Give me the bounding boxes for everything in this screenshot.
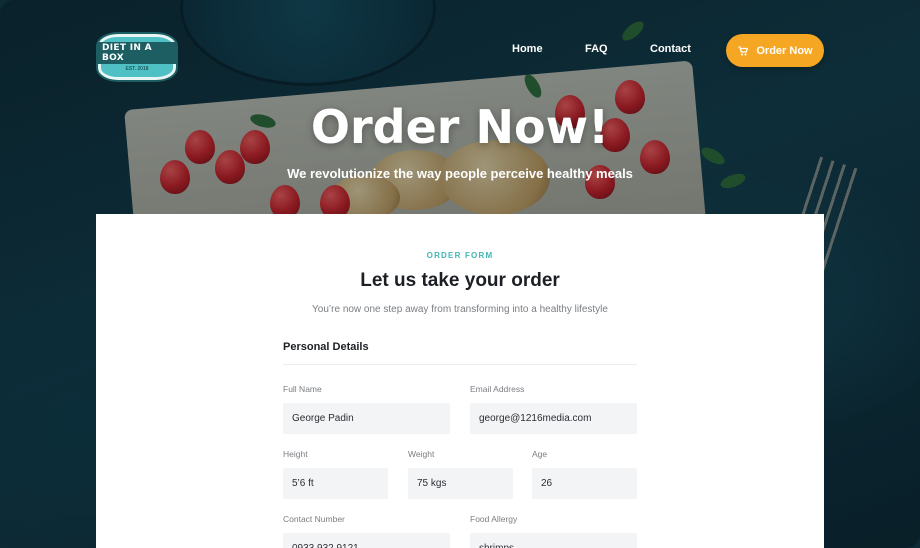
hero-subtitle: We revolutionize the way people perceive… [287,166,633,181]
weight-field[interactable]: 75 kgs [408,468,513,499]
nav-link-home[interactable]: Home [512,43,543,55]
food-allergy-label: Food Allergy [470,514,518,524]
section-divider [283,364,637,365]
form-subtitle: You’re now one step away from transformi… [312,304,608,315]
contact-number-label: Contact Number [283,514,345,524]
section-title-personal-details: Personal Details [283,341,369,353]
brand-logo[interactable]: DIET IN A BOX EST. 2018 [96,32,178,82]
full-name-field[interactable]: George Padin [283,403,450,434]
nav-link-contact[interactable]: Contact [650,43,691,55]
form-title: Let us take your order [360,270,560,291]
contact-number-field[interactable]: 0933 932 9121 [283,533,450,548]
form-eyebrow: ORDER FORM [426,251,494,260]
nav-link-faq[interactable]: FAQ [585,43,608,55]
hero-title: Order Now! [310,100,610,154]
food-allergy-field[interactable]: shrimps [470,533,637,548]
height-label: Height [283,449,308,459]
email-label: Email Address [470,384,525,394]
weight-label: Weight [408,449,435,459]
order-form-card: ORDER FORM Let us take your order You’re… [96,214,824,548]
email-field[interactable]: george@1216media.com [470,403,637,434]
order-now-button[interactable]: Order Now [726,34,824,67]
height-field[interactable]: 5’6 ft [283,468,388,499]
age-label: Age [532,449,548,459]
age-field[interactable]: 26 [532,468,637,499]
full-name-label: Full Name [283,384,322,394]
logo-subtext: EST. 2018 [125,66,149,72]
cart-icon [738,45,749,55]
order-now-label: Order Now [756,44,813,57]
logo-text: DIET IN A BOX [98,42,176,64]
page-background: DIET IN A BOX EST. 2018 Home FAQ Contact… [0,0,920,548]
